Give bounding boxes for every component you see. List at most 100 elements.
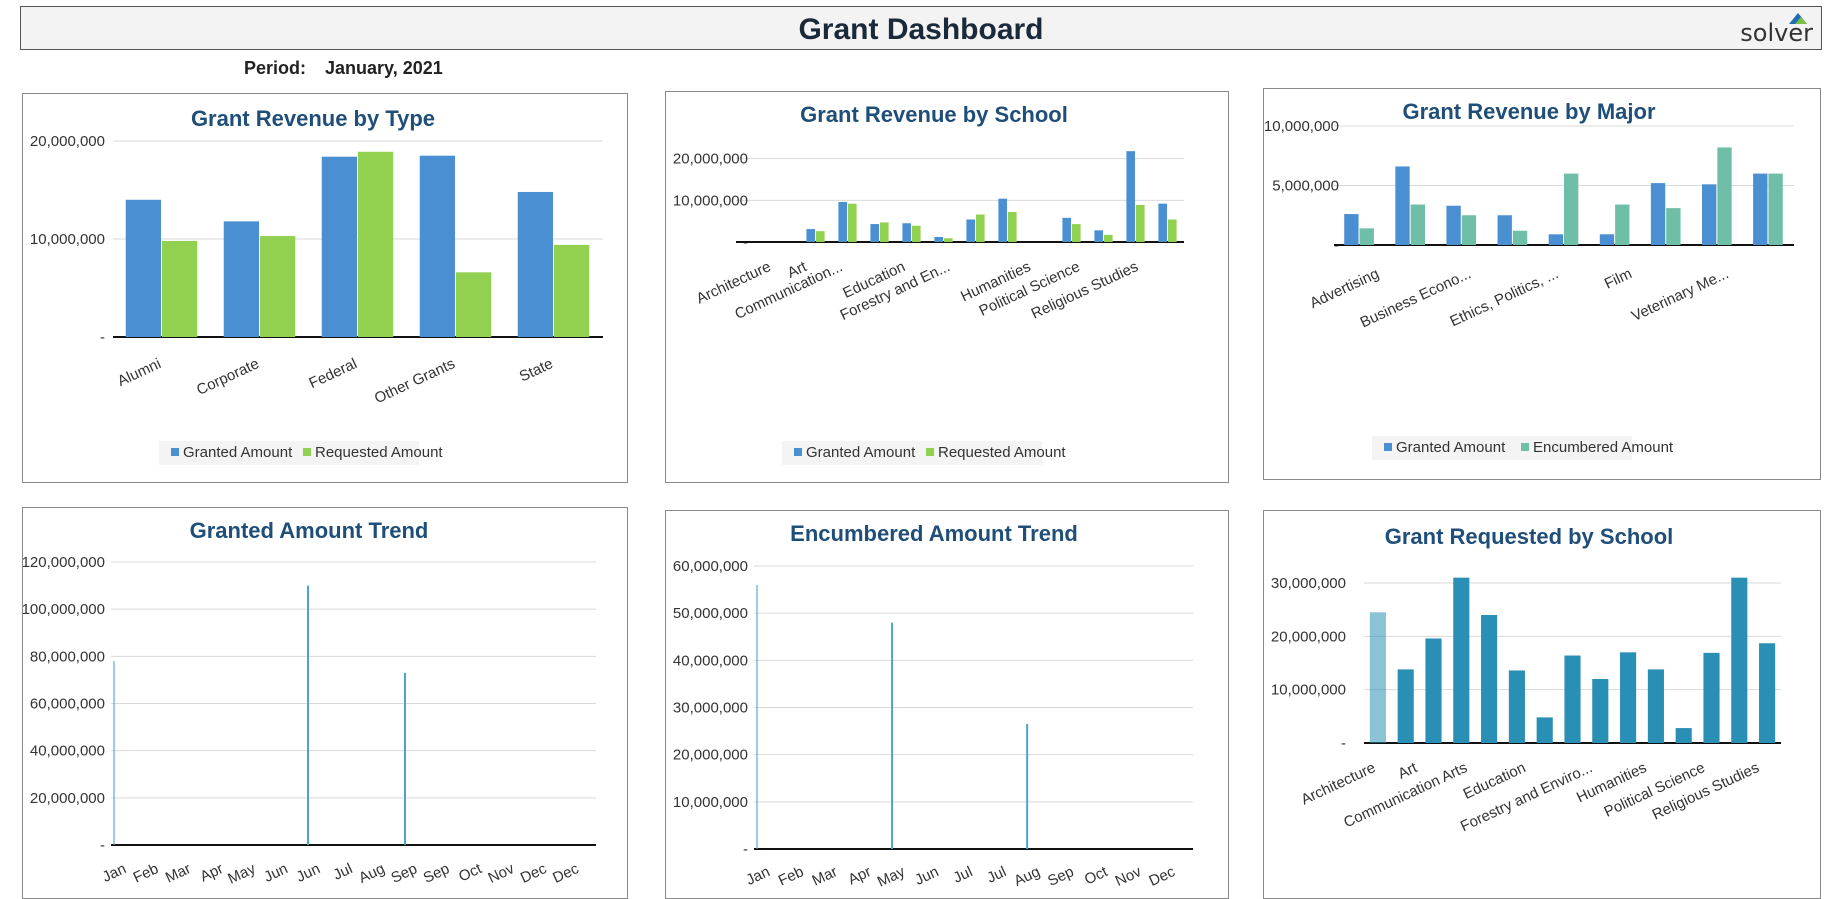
x-tick-label: Architecture <box>1298 759 1378 808</box>
solver-logo: solver <box>1740 11 1815 47</box>
bar-granted <box>1548 234 1563 245</box>
y-tick-label: 30,000,000 <box>1271 575 1346 592</box>
chart-revenue-by-major: Grant Revenue by Major 10,000,000 5,000,00… <box>1264 99 1794 460</box>
legend-label: Requested Amount <box>938 444 1066 461</box>
legend-label: Encumbered Amount <box>1533 439 1674 456</box>
chart-title: Grant Revenue by School <box>800 102 1068 127</box>
bar-requested <box>1564 655 1581 743</box>
bar-requested <box>1675 728 1692 743</box>
chart-panel-encumbered-trend: Encumbered Amount Trend 60,000,000 50,000,… <box>665 510 1229 899</box>
chart-granted-trend: Granted Amount Trend 120,000,000 100,000,0… <box>23 518 596 888</box>
bar-requested <box>1008 212 1017 242</box>
bar-granted <box>1446 205 1461 245</box>
trend-bar <box>404 672 406 845</box>
legend-swatch <box>171 448 179 456</box>
legend-label: Granted Amount <box>806 444 916 461</box>
x-tick-label: State <box>517 355 556 385</box>
x-tick-label: Feb <box>776 863 807 889</box>
x-tick-label: Feb <box>131 860 162 886</box>
bar-requested <box>1453 577 1470 743</box>
logo-text: solver <box>1740 19 1813 47</box>
bar-requested <box>1104 234 1113 242</box>
y-tick-label: - <box>100 329 105 346</box>
y-tick-label: 40,000,000 <box>673 652 748 669</box>
x-tick-label: Apr <box>198 860 226 885</box>
legend-label: Granted Amount <box>183 444 293 461</box>
chart-title: Grant Requested by School <box>1385 524 1674 549</box>
bar-encumbered <box>1359 228 1374 245</box>
chart-panel-revenue-by-school: Grant Revenue by School 20,000,000 10,000,… <box>665 91 1229 483</box>
legend-swatch <box>1521 443 1529 451</box>
bar-granted <box>998 198 1007 242</box>
bar-granted <box>838 202 847 242</box>
legend-swatch <box>303 448 311 456</box>
bar-requested <box>1136 204 1145 242</box>
trend-bar <box>1026 724 1029 849</box>
legend-swatch <box>926 448 934 456</box>
bar-requested <box>816 231 825 242</box>
bar-granted <box>902 223 911 242</box>
x-tick-label: Nov <box>1113 863 1145 890</box>
legend-swatch <box>794 448 802 456</box>
bar-granted <box>806 229 815 242</box>
bar-requested <box>976 214 985 242</box>
bar-requested <box>1369 612 1386 743</box>
bar-requested <box>1731 577 1748 743</box>
x-tick-label: Mar <box>163 860 194 886</box>
x-tick-label: Veterinary Me... <box>1629 265 1731 325</box>
x-tick-label: Jul <box>984 863 1009 887</box>
bar-granted <box>1395 166 1410 245</box>
period-label: Period: <box>244 58 307 78</box>
y-tick-label: 5,000,000 <box>1272 178 1339 195</box>
bar-granted <box>1094 230 1103 242</box>
x-tick-label: Jun <box>912 863 941 889</box>
x-tick-label: Corporate <box>194 355 262 399</box>
trend-bar <box>113 661 115 845</box>
x-tick-label: Aug <box>356 860 387 887</box>
x-tick-label: Oct <box>456 860 485 886</box>
y-tick-label: 10,000,000 <box>1271 682 1346 699</box>
x-tick-label: Sep <box>421 860 452 887</box>
bar-requested <box>944 238 953 242</box>
trend-bar <box>891 622 894 849</box>
bar-granted <box>125 199 161 337</box>
bar-requested <box>1703 652 1720 743</box>
y-tick-label: 80,000,000 <box>30 648 105 665</box>
bar-requested <box>1397 669 1414 743</box>
y-tick-label: 60,000,000 <box>30 696 105 713</box>
y-tick-label: 20,000,000 <box>30 133 105 150</box>
bar-granted <box>934 237 943 242</box>
bar-requested <box>554 244 590 337</box>
x-tick-label: Aug <box>1011 863 1042 890</box>
y-tick-label: 60,000,000 <box>673 558 748 575</box>
y-tick-label: - <box>1341 735 1346 752</box>
x-tick-label: Jan <box>743 863 772 889</box>
chart-encumbered-trend: Encumbered Amount Trend 60,000,000 50,000,… <box>673 521 1193 891</box>
bar-requested <box>1481 615 1498 743</box>
x-tick-label: Jul <box>951 863 976 887</box>
bar-encumbered <box>1615 204 1630 245</box>
bar-encumbered <box>1666 208 1681 245</box>
x-tick-label: Dec <box>518 860 550 887</box>
dashboard-header: Grant Dashboard solver <box>20 6 1822 50</box>
bar-requested <box>456 272 492 337</box>
dashboard-title: Grant Dashboard <box>798 13 1044 46</box>
x-tick-label: Apr <box>846 863 874 888</box>
x-tick-label: Film <box>1602 265 1635 292</box>
bar-granted <box>1344 214 1359 245</box>
y-tick-label: 20,000,000 <box>1271 628 1346 645</box>
y-tick-label: 120,000,000 <box>23 554 105 571</box>
y-tick-label: 10,000,000 <box>30 231 105 248</box>
bar-encumbered <box>1512 230 1528 245</box>
bar-granted <box>321 156 357 337</box>
bar-requested <box>912 225 921 242</box>
x-tick-label: Dec <box>550 860 582 887</box>
x-tick-label: Federal <box>306 355 359 392</box>
bar-granted <box>966 219 975 242</box>
bar-requested <box>848 203 857 242</box>
bar-requested <box>162 240 198 337</box>
chart-revenue-by-type: Grant Revenue by Type 20,000,000 10,000,00… <box>30 106 603 465</box>
x-tick-label: Dec <box>1146 863 1178 890</box>
bar-granted <box>1599 234 1615 245</box>
x-tick-label: Nov <box>485 860 517 887</box>
